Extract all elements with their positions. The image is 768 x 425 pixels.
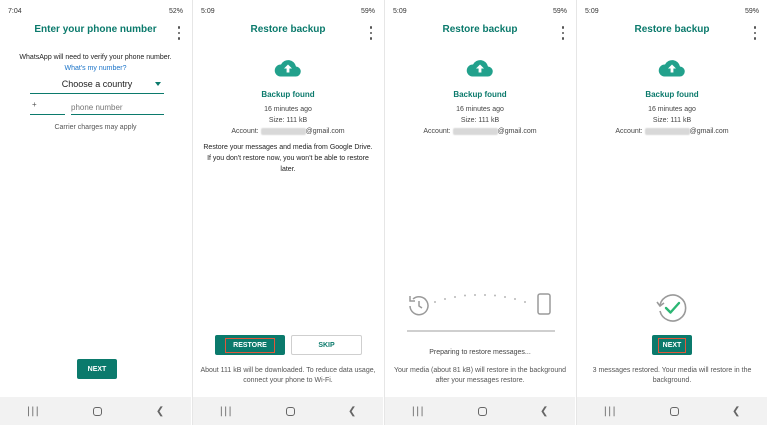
backup-age: 16 minutes ago [648,106,696,113]
history-check-icon [656,294,687,322]
back-icon[interactable]: ❮ [348,406,356,417]
backup-account: Account: @gmail.com [193,126,383,137]
recent-apps-icon[interactable]: ||| [604,406,617,417]
account-label: Account: [423,128,451,135]
restore-complete-note: 3 messages restored. Your media will res… [592,367,752,384]
phone-screen-restoring: 5:09 59% Restore backup Backup found 16 … [384,0,575,425]
cloud-upload-icon [466,60,493,77]
cloud-upload-icon [658,60,685,77]
next-button-label: NEXT [657,337,687,353]
status-time: 5:09 [201,7,215,15]
page-title: Restore backup [442,24,518,35]
redacted-email [452,127,498,135]
more-vert-icon[interactable] [369,26,373,40]
status-time: 7:04 [8,7,22,15]
account-label: Account: [231,128,259,135]
recent-apps-icon[interactable]: ||| [27,406,40,417]
status-bar: 7:04 52% [0,0,191,22]
account-label: Account: [615,128,643,135]
next-button[interactable]: NEXT [652,335,692,355]
recent-apps-icon[interactable]: ||| [220,406,233,417]
restore-status-text: Preparing to restore messages... [429,349,531,356]
backup-details: 16 minutes ago Size: 111 kB Account: @gm… [385,104,575,137]
phone-screen-verify: 7:04 52% Enter your phone number WhatsAp… [0,0,191,425]
redacted-email [260,127,306,135]
battery-level: 59% [552,7,567,15]
battery-level: 52% [168,7,183,15]
backup-age: 16 minutes ago [456,106,504,113]
restore-progress-bar [407,330,555,332]
redacted-email [644,127,690,135]
more-vert-icon[interactable] [177,26,181,40]
media-restore-note: Your media (about 81 kB) will restore in… [393,367,567,384]
account-domain: @gmail.com [305,128,345,135]
country-select[interactable]: Choose a country [30,79,164,94]
backup-age: 16 minutes ago [264,106,312,113]
status-bar: 5:09 59% [577,0,767,22]
country-code-field[interactable]: + [30,100,65,115]
backup-found-title: Backup found [645,90,699,99]
dropdown-arrow-icon [155,82,161,86]
cloud-upload-icon [274,60,301,77]
back-icon[interactable]: ❮ [732,406,740,417]
whats-my-number-link[interactable]: What's my number? [6,63,185,74]
backup-details: 16 minutes ago Size: 111 kB Account: @gm… [577,104,767,137]
recent-apps-icon[interactable]: ||| [412,406,425,417]
system-nav-bar: ||| ❮ [577,397,767,425]
data-usage-note: About 111 kB will be downloaded. To redu… [200,367,376,384]
backup-found-title: Backup found [261,90,315,99]
carrier-charges-note: Carrier charges may apply [54,124,137,131]
home-icon[interactable] [93,406,103,416]
home-icon[interactable] [285,406,295,416]
system-nav-bar: ||| ❮ [385,397,575,425]
phone-screen-restored: 5:09 59% Restore backup Backup found 16 … [576,0,767,425]
back-icon[interactable]: ❮ [540,406,548,417]
account-domain: @gmail.com [689,128,729,135]
backup-size: Size: 111 kB [460,117,500,124]
status-bar: 5:09 59% [385,0,575,22]
system-nav-bar: ||| ❮ [193,397,383,425]
phone-number-input[interactable] [71,100,164,115]
backup-size: Size: 111 kB [268,117,308,124]
phone-screen-restore: 5:09 59% Restore backup Backup found 16 … [192,0,383,425]
backup-found-title: Backup found [453,90,507,99]
screenshot-strip: 7:04 52% Enter your phone number WhatsAp… [0,0,768,425]
next-button[interactable]: NEXT [77,359,117,379]
more-vert-icon[interactable] [753,26,757,40]
history-to-phone-icon [409,293,551,316]
status-bar: 5:09 59% [193,0,383,22]
system-nav-bar: ||| ❮ [0,397,191,425]
more-vert-icon[interactable] [561,26,565,40]
page-title: Enter your phone number [34,24,157,35]
verify-description-text: WhatsApp will need to verify your phone … [19,54,172,61]
home-icon[interactable] [669,406,679,416]
back-icon[interactable]: ❮ [156,406,164,417]
restore-button[interactable]: RESTORE [215,335,285,355]
skip-button[interactable]: SKIP [291,335,362,355]
status-time: 5:09 [585,7,599,15]
home-icon[interactable] [477,406,487,416]
restore-explanation: Restore your messages and media from Goo… [203,144,373,173]
page-title: Restore backup [634,24,710,35]
page-title: Restore backup [250,24,326,35]
restore-button-label: RESTORE [225,337,275,353]
backup-account: Account: @gmail.com [385,126,575,137]
status-time: 5:09 [393,7,407,15]
battery-level: 59% [360,7,375,15]
backup-size: Size: 111 kB [652,117,692,124]
account-domain: @gmail.com [497,128,537,135]
backup-account: Account: @gmail.com [577,126,767,137]
verify-description: WhatsApp will need to verify your phone … [6,52,185,74]
backup-details: 16 minutes ago Size: 111 kB Account: @gm… [193,104,383,137]
country-select-label: Choose a country [61,79,133,89]
battery-level: 59% [744,7,759,15]
